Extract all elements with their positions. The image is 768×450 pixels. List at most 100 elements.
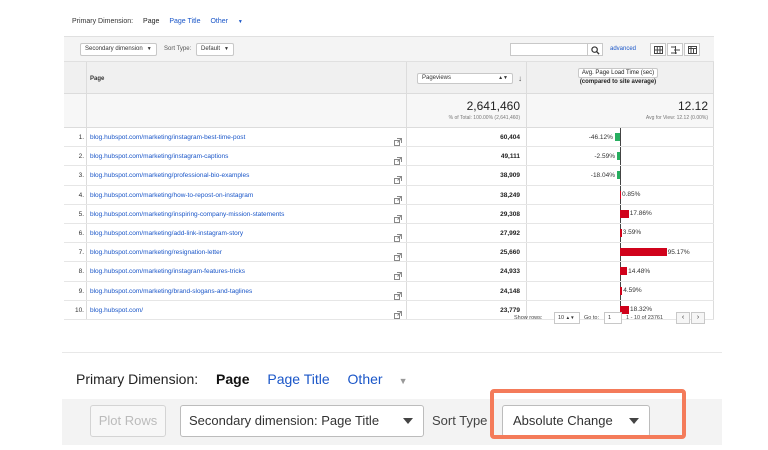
pageviews-value: 38,909 (500, 172, 520, 180)
sort-type-highlight-box (490, 389, 686, 439)
comparison-percent: 95.17% (667, 248, 690, 256)
chevron-down-icon: ▼ (146, 46, 152, 52)
total-pageviews: 2,641,460 (466, 99, 520, 113)
table-row: 1. blog.hubspot.com/marketing/instagram-b… (64, 128, 714, 148)
plot-rows-button[interactable]: Plot Rows (90, 405, 166, 437)
sort-type-label: Sort Type: (164, 46, 192, 52)
row-number: 5. (78, 210, 84, 218)
table-row: 5. blog.hubspot.com/marketing/inspiring-c… (64, 205, 714, 224)
comparison-metric-label: Avg. Page Load Time (sec) (577, 68, 659, 78)
dimension-other-label: Other (210, 18, 228, 25)
comparison-bar (614, 133, 620, 141)
row-number: 6. (78, 229, 84, 237)
row-number: 1. (78, 134, 84, 141)
comparison-bar (620, 286, 623, 295)
comparison-percent: 14.48% (628, 267, 651, 275)
page-link[interactable]: blog.hubspot.com/marketing/instagram-bes… (90, 134, 245, 141)
dimension-page[interactable]: Page (143, 18, 159, 25)
sort-type-label: Sort Type (432, 413, 488, 428)
data-rows: 1. blog.hubspot.com/marketing/instagram-b… (64, 128, 714, 320)
comparison-subtitle: (compared to site average) (579, 79, 657, 85)
page-link[interactable]: blog.hubspot.com/marketing/instagram-cap… (90, 153, 228, 160)
table-row: 2. blog.hubspot.com/marketing/instagram-c… (64, 147, 714, 167)
comparison-percent: -46.12% (588, 133, 613, 141)
row-number: 9. (78, 287, 84, 295)
page-link[interactable]: blog.hubspot.com/marketing/add-link-inst… (90, 230, 243, 237)
goto-input[interactable]: 1 (604, 312, 622, 324)
row-number: 8. (78, 268, 84, 276)
column-header-page[interactable]: Page (90, 76, 104, 82)
totals-row: 2,641,460 % of Total: 100.00% (2,641,460… (64, 94, 714, 128)
next-page-button[interactable]: › (691, 312, 705, 324)
grid-icon (654, 46, 663, 54)
view-comparison-button[interactable] (667, 43, 683, 56)
pivot-icon (688, 46, 697, 54)
dimension-page-title[interactable]: Page Title (267, 371, 329, 387)
secondary-dimension-dropdown[interactable]: Secondary dimension: Page Title (180, 405, 424, 437)
report-toolbar: Secondary dimension ▼ Sort Type: Default ▼… (64, 36, 714, 62)
comparison-bar (617, 152, 620, 161)
search-icon (591, 46, 600, 55)
pageviews-value: 60,404 (500, 134, 520, 141)
chevron-down-icon: ▼ (398, 376, 408, 386)
comparison-metric-selector[interactable]: Avg. Page Load Time (sec) (compared to s… (570, 68, 666, 86)
dimension-other[interactable]: Other ▼ (210, 18, 250, 25)
metric-selector-pageviews[interactable]: Pageviews ▲▼ (417, 73, 513, 84)
page-link[interactable]: blog.hubspot.com/marketing/instagram-fea… (90, 268, 245, 275)
show-rows-value: 10 (558, 315, 565, 321)
comparison-bar (620, 190, 621, 199)
previous-page-button[interactable]: ‹ (676, 312, 690, 324)
pageviews-value: 25,660 (500, 249, 520, 257)
pageviews-value: 24,933 (500, 268, 520, 276)
page-link[interactable]: blog.hubspot.com/marketing/brand-slogans… (90, 288, 252, 295)
sort-descending-icon[interactable]: ↓ (518, 74, 522, 83)
primary-dimension-bar-zoomed: Primary Dimension: Page Page Title Other… (76, 371, 435, 387)
table-row: 6. blog.hubspot.com/marketing/add-link-in… (64, 224, 714, 244)
dimension-other[interactable]: Other ▼ (348, 371, 422, 387)
table-row: 3. blog.hubspot.com/marketing/professiona… (64, 166, 714, 186)
primary-dimension-label: Primary Dimension: (76, 371, 199, 387)
search-input[interactable] (510, 43, 588, 56)
pagination-bar: Show rows: 10 ▲▼ Go to: 1 1 - 10 of 2376… (64, 308, 714, 328)
show-rows-select[interactable]: 10 ▲▼ (554, 312, 580, 324)
page-link[interactable]: blog.hubspot.com/marketing/inspiring-com… (90, 211, 284, 218)
table-row: 9. blog.hubspot.com/marketing/brand-sloga… (64, 282, 714, 301)
sort-type-dropdown[interactable]: Default ▼ (196, 43, 234, 56)
row-number: 7. (78, 249, 84, 257)
comparison-percent: -2.59% (594, 152, 615, 160)
analytics-report-panel: Primary Dimension: Page Page Title Other… (64, 12, 714, 330)
secondary-dimension-dropdown[interactable]: Secondary dimension ▼ (80, 43, 157, 56)
metric-label: Pageviews (422, 75, 452, 81)
view-table-button[interactable] (650, 43, 666, 56)
table-row: 4. blog.hubspot.com/marketing/how-to-repo… (64, 186, 714, 205)
goto-label: Go to: (584, 315, 599, 321)
page-link[interactable]: blog.hubspot.com/marketing/professional-… (90, 172, 249, 179)
row-number: 4. (78, 191, 84, 199)
advanced-link[interactable]: advanced (610, 46, 636, 52)
chevron-down-icon: ▼ (237, 19, 243, 25)
pageviews-value: 49,111 (500, 153, 520, 161)
row-number: 3. (78, 172, 84, 180)
comparison-bar (620, 209, 629, 218)
row-number: 2. (78, 153, 84, 161)
dimension-other-label: Other (347, 371, 383, 387)
avg-for-view: Avg for View: 12.12 (0.00%) (645, 115, 708, 121)
view-pivot-button[interactable] (684, 43, 700, 56)
primary-dimension-label: Primary Dimension: (72, 18, 134, 25)
pageviews-value: 24,148 (500, 287, 520, 295)
dimension-page-title[interactable]: Page Title (169, 18, 200, 25)
sort-type-value: Default (201, 46, 221, 52)
search-button[interactable] (587, 43, 603, 56)
comparison-bar (620, 228, 622, 237)
pagination-range: 1 - 10 of 23761 (626, 315, 664, 321)
chevron-down-icon: ▲▼ (565, 315, 575, 320)
pageviews-value: 27,992 (500, 229, 520, 237)
comparison-percent: 3.59% (622, 229, 642, 237)
dimension-page[interactable]: Page (216, 371, 249, 387)
total-avg-load-time: 12.12 (677, 99, 708, 113)
chevron-down-icon: ▼ (224, 46, 229, 52)
table-header: Page Pageviews ▲▼ ↓ Avg. Page Load Time (… (64, 62, 714, 94)
primary-dimension-bar: Primary Dimension: Page Page Title Other… (72, 18, 259, 25)
page-link[interactable]: blog.hubspot.com/marketing/resignation-l… (90, 249, 222, 256)
page-link[interactable]: blog.hubspot.com/marketing/how-to-repost… (90, 192, 253, 199)
